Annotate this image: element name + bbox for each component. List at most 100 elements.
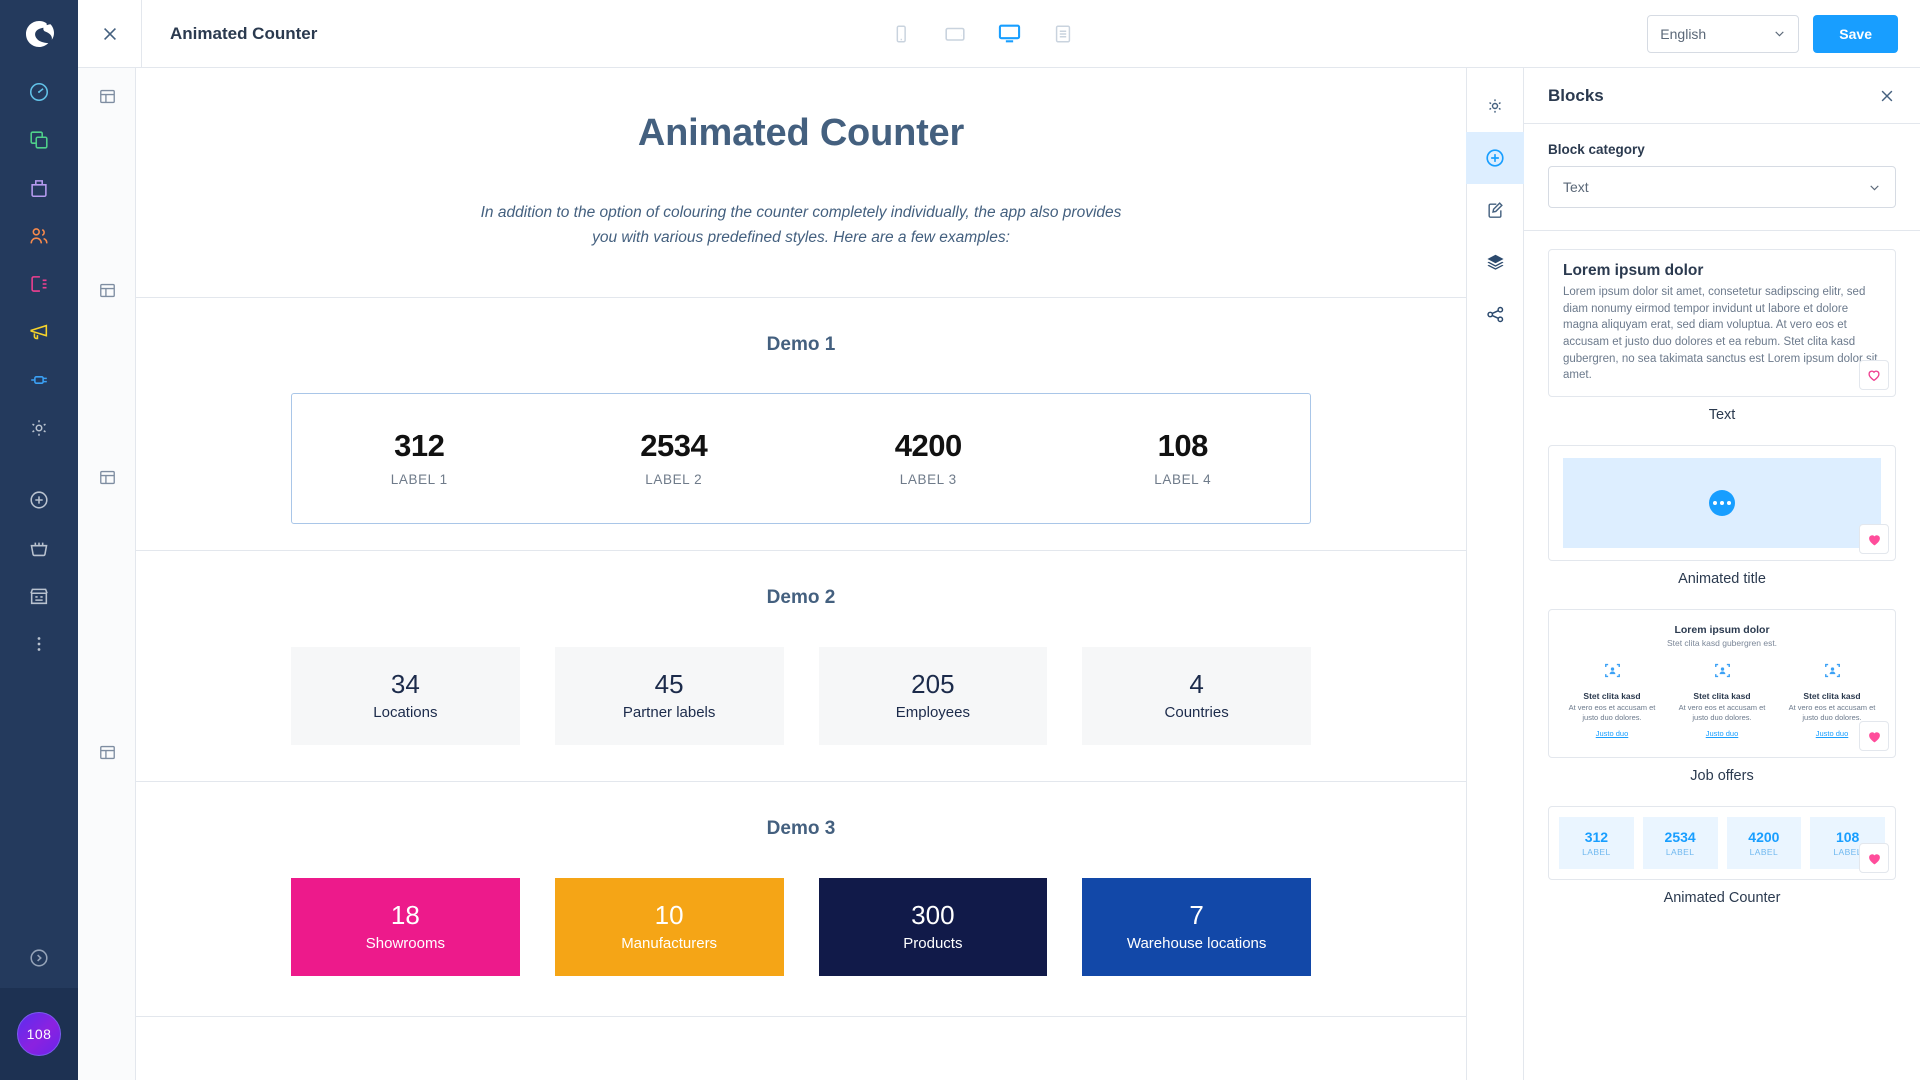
block-preview-text[interactable]: Lorem ipsum dolor Lorem ipsum dolor sit … (1548, 249, 1896, 398)
sidebar-item-extensions[interactable] (0, 356, 78, 404)
avatar[interactable]: 108 (17, 1012, 61, 1056)
sidebar-item-marketing[interactable] (0, 308, 78, 356)
device-desktop-button[interactable] (993, 18, 1025, 50)
block-category-select[interactable]: Text (1548, 166, 1896, 208)
sidebar-item-customers[interactable] (0, 212, 78, 260)
section-layout-icon (99, 89, 115, 103)
counter-cell[interactable]: 205 Employees (818, 646, 1048, 745)
section-hero[interactable]: Animated Counter In addition to the opti… (136, 68, 1466, 298)
gear-icon (1489, 99, 1501, 113)
block-list-item: 312 LABEL 2534 LABEL 4200 LABEL 108 LABE… (1548, 806, 1896, 906)
sidebar-item-content[interactable] (0, 260, 78, 308)
sidebar-footer: 108 (0, 928, 78, 1080)
sidebar-shortcuts (0, 476, 78, 668)
section-demo3[interactable]: Demo 3 18 Showrooms 10 Manufacturers 300 (136, 782, 1466, 1017)
sidebar-item-settings[interactable] (0, 404, 78, 452)
counter-cell[interactable]: 4200 LABEL 3 (801, 428, 1056, 487)
section-demo1[interactable]: Demo 1 312 LABEL 1 2534 LABEL 2 4200 LAB (136, 298, 1466, 551)
section-gutter (78, 68, 136, 1080)
section-handle-demo3[interactable] (78, 730, 136, 774)
counter-cell[interactable]: 7 Warehouse locations (1082, 877, 1311, 976)
save-button[interactable]: Save (1813, 14, 1898, 53)
device-mobile-button[interactable] (885, 18, 917, 50)
preview-placeholder (1563, 458, 1881, 549)
counter-cell[interactable]: 4 Countries (1082, 646, 1311, 745)
form-list-icon (1056, 24, 1071, 43)
sidebar-item-add[interactable] (0, 476, 78, 524)
tab-settings[interactable] (1466, 80, 1524, 132)
sidebar-expand-button[interactable] (0, 928, 78, 988)
preview-counter-cell: 4200 LABEL (1726, 817, 1802, 870)
block-list-item: Animated title (1548, 445, 1896, 587)
counter-cell[interactable]: 45 Partner labels (554, 646, 784, 745)
storefront-icon (30, 588, 48, 605)
hero-title: Animated Counter (637, 112, 965, 154)
tab-share[interactable] (1466, 288, 1524, 340)
sidebar-main-modules (0, 68, 78, 452)
counter-value: 312 (394, 427, 445, 463)
sidebar-item-more[interactable] (0, 620, 78, 668)
counter-cell[interactable]: 2534 LABEL 2 (547, 428, 802, 487)
sidebar-item-catalogues[interactable] (0, 116, 78, 164)
editor-stage: Animated Counter English Save Animated C… (78, 0, 1920, 1080)
demo3-counter-block[interactable]: 18 Showrooms 10 Manufacturers 300 Produc… (291, 877, 1311, 976)
counter-value: 34 (390, 668, 420, 699)
language-select[interactable]: English (1647, 14, 1800, 53)
add-circle-icon (30, 491, 48, 509)
preview-column-title: Stet clita kasd (1583, 691, 1641, 702)
favorite-toggle[interactable] (1859, 360, 1889, 391)
favorite-toggle[interactable] (1859, 843, 1889, 874)
desktop-icon (998, 24, 1020, 43)
favorite-toggle[interactable] (1859, 524, 1889, 555)
demo2-counter-block[interactable]: 34 Locations 45 Partner labels 205 Emplo… (291, 646, 1311, 745)
orders-bag-icon (31, 180, 47, 198)
customers-people-icon (30, 228, 48, 244)
counter-cell[interactable]: 300 Products (818, 877, 1048, 976)
counter-cell[interactable]: 34 Locations (291, 646, 520, 745)
user-menu[interactable]: 108 (0, 988, 78, 1080)
preview-column-link[interactable]: Justo duo (1816, 729, 1849, 738)
block-preview-animated-counter[interactable]: 312 LABEL 2534 LABEL 4200 LABEL 108 LABE… (1548, 806, 1896, 881)
tab-layers[interactable] (1466, 236, 1524, 288)
close-editor-button[interactable] (78, 0, 142, 67)
device-form-button[interactable] (1047, 18, 1079, 50)
section-handle-hero[interactable] (78, 74, 136, 118)
close-icon (1881, 90, 1893, 101)
section-layout-icon (99, 470, 115, 484)
sidebar-item-dashboard[interactable] (0, 68, 78, 116)
favorite-toggle[interactable] (1859, 721, 1889, 752)
device-tablet-button[interactable] (939, 18, 971, 50)
block-preview-animated-title[interactable] (1548, 445, 1896, 562)
counter-cell[interactable]: 312 LABEL 1 (292, 428, 547, 487)
person-scan-icon (1604, 663, 1620, 678)
tab-edit[interactable] (1466, 184, 1524, 236)
counter-value: 4 (1189, 668, 1204, 699)
heart-icon (1868, 534, 1880, 545)
preview-column-link[interactable]: Justo duo (1706, 729, 1739, 738)
preview-column-link[interactable]: Justo duo (1596, 729, 1629, 738)
section-handle-demo1[interactable] (78, 268, 136, 312)
block-category-label: Block category (1548, 142, 1645, 157)
block-caption: Text (1708, 407, 1736, 424)
sidebar-item-basket[interactable] (0, 524, 78, 572)
shopware-logo[interactable] (0, 0, 78, 68)
demo1-counter-block[interactable]: 312 LABEL 1 2534 LABEL 2 4200 LABEL 3 10… (291, 392, 1311, 524)
sidebar-item-orders[interactable] (0, 164, 78, 212)
counter-cell[interactable]: 18 Showrooms (291, 877, 520, 976)
counter-cell[interactable]: 108 LABEL 4 (1056, 428, 1311, 487)
block-category-value: Text (1563, 179, 1589, 195)
blocks-list[interactable]: Lorem ipsum dolor Lorem ipsum dolor sit … (1524, 231, 1920, 1080)
block-preview-job-offers[interactable]: Lorem ipsum dolor Stet clita kasd guberg… (1548, 609, 1896, 759)
blocks-panel-close-button[interactable] (1878, 87, 1896, 105)
tab-blocks[interactable] (1466, 132, 1524, 184)
section-handle-demo2[interactable] (78, 455, 136, 499)
section-demo2[interactable]: Demo 2 34 Locations 45 Partner labels 20… (136, 551, 1466, 782)
counter-value: 45 (654, 668, 684, 699)
admin-sidebar: 108 (0, 0, 78, 1080)
counter-value: 4200 (894, 427, 962, 463)
counter-cell[interactable]: 10 Manufacturers (554, 877, 784, 976)
demo3-heading: Demo 3 (766, 817, 836, 839)
tablet-icon (945, 27, 965, 41)
cms-canvas[interactable]: Animated Counter In addition to the opti… (136, 68, 1466, 1080)
sidebar-item-storefront[interactable] (0, 572, 78, 620)
